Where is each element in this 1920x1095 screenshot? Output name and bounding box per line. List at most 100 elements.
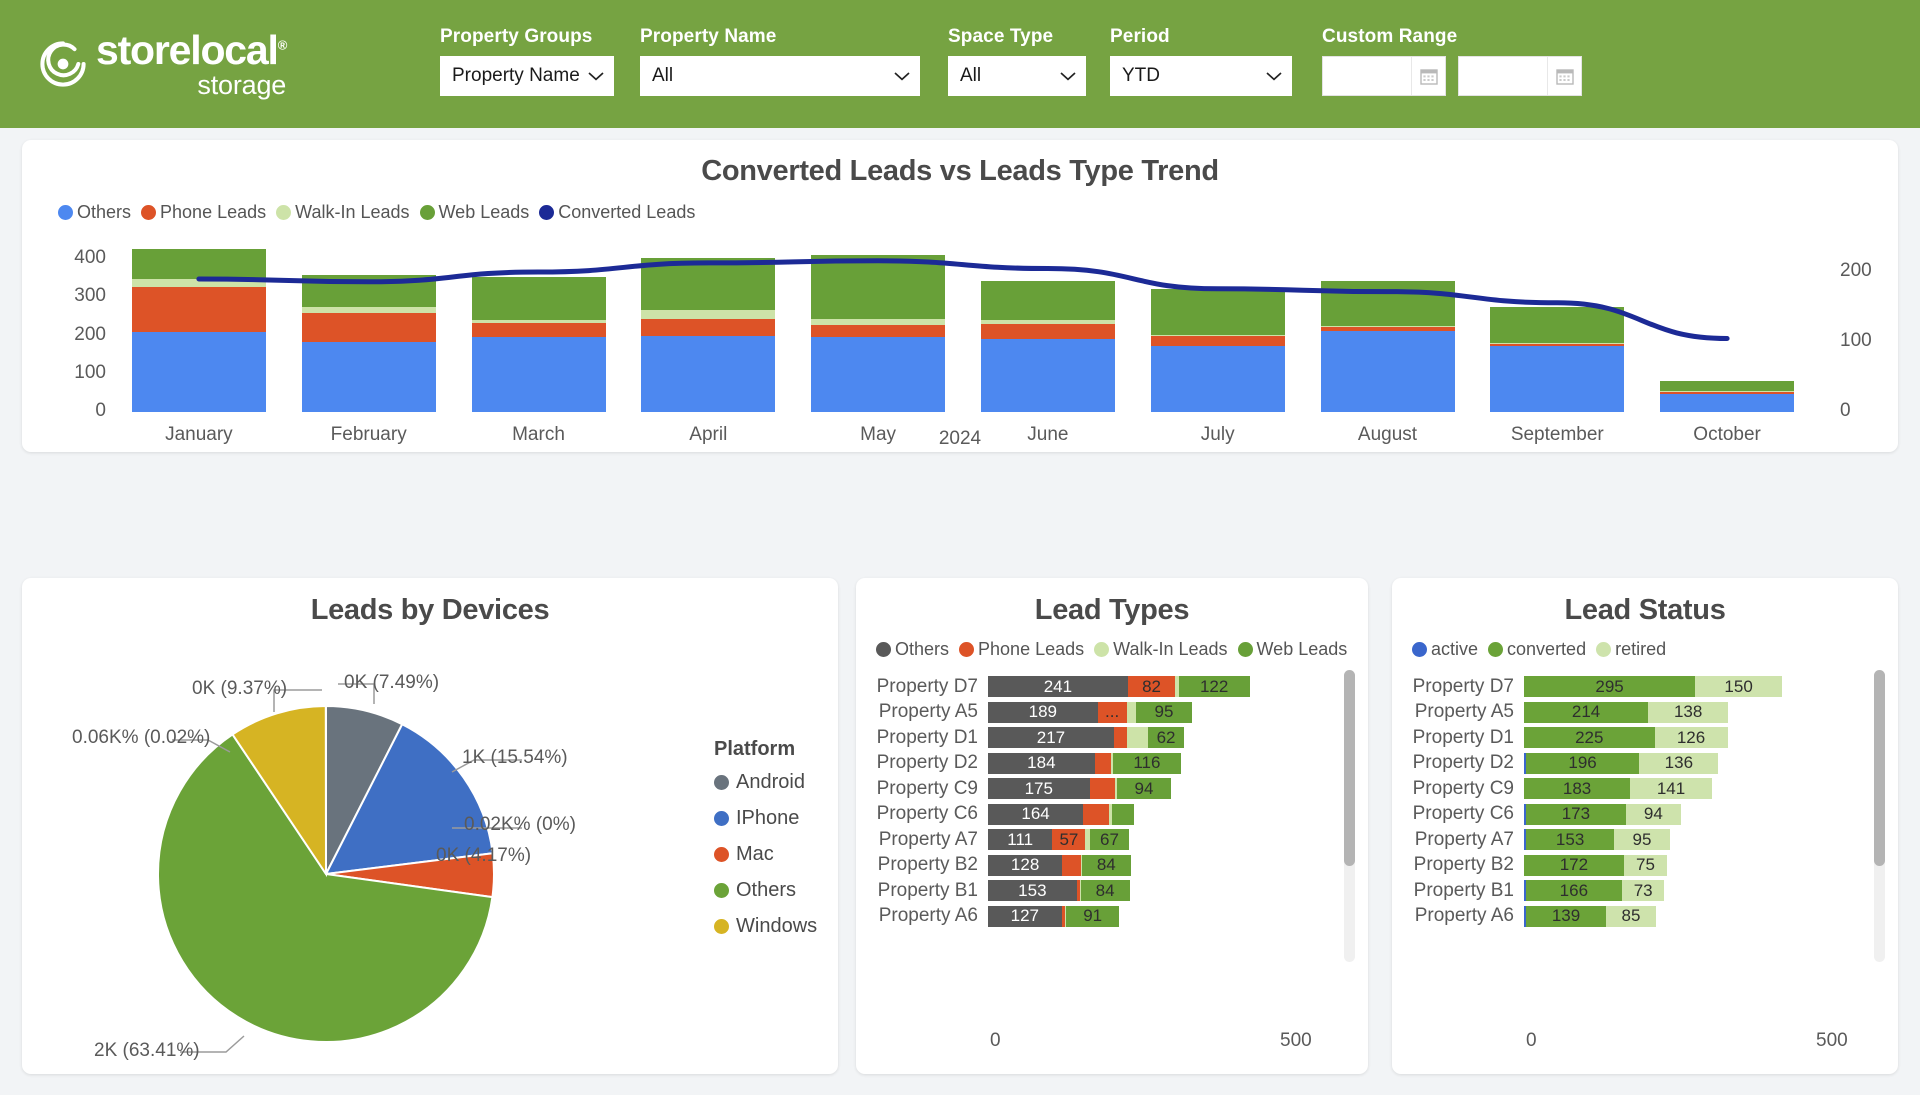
legend-swatch-icon xyxy=(1237,642,1253,657)
lead-status-row[interactable]: Property B1 166 73 xyxy=(1392,878,1898,904)
lead-types-row[interactable]: Property C9 175 94 xyxy=(856,776,1368,802)
lead-types-segment: 111 xyxy=(988,829,1053,851)
lead-status-segment: 126 xyxy=(1654,727,1728,749)
lead-types-legend-item[interactable]: Walk-In Leads xyxy=(1094,639,1228,660)
calendar-icon[interactable] xyxy=(1411,57,1445,95)
lead-status-row-label: Property D1 xyxy=(1412,726,1514,748)
lead-status-row[interactable]: Property C9 183 141 xyxy=(1392,776,1898,802)
legend-swatch-icon xyxy=(876,642,891,657)
lead-types-x-tick: 0 xyxy=(990,1030,1001,1051)
lead-types-row[interactable]: Property D2 184 116 xyxy=(856,751,1368,777)
lead-status-segment: 183 xyxy=(1524,778,1631,800)
lead-status-legend-label: retired xyxy=(1615,639,1667,659)
lead-types-scrollbar[interactable] xyxy=(1344,670,1355,962)
storelocal-logo: storelocal® storage xyxy=(40,0,460,128)
trend-legend-item[interactable]: Others xyxy=(58,202,131,223)
lead-status-row[interactable]: Property D2 196 136 xyxy=(1392,751,1898,777)
lead-status-legend-label: active xyxy=(1431,639,1479,659)
lead-types-row-label: Property D2 xyxy=(876,752,978,774)
lead-status-segment: 196 xyxy=(1525,752,1640,774)
lead-types-scrollbar-thumb[interactable] xyxy=(1344,670,1355,866)
platform-legend-label: Android xyxy=(736,771,805,793)
chevron-down-icon xyxy=(588,71,604,81)
platform-legend-item[interactable]: Mac xyxy=(714,843,817,866)
property-groups-select[interactable]: Property Name xyxy=(440,56,614,96)
lead-status-row[interactable]: Property D1 225 126 xyxy=(1392,725,1898,751)
trend-chart-title: Converted Leads vs Leads Type Trend xyxy=(701,155,1219,187)
lead-types-legend-label: Phone Leads xyxy=(978,639,1085,659)
trend-legend-item[interactable]: Phone Leads xyxy=(141,202,266,223)
property-name-select[interactable]: All xyxy=(640,56,920,96)
lead-types-segment: 91 xyxy=(1066,905,1120,927)
lead-types-segment: 128 xyxy=(988,854,1063,876)
lead-types-row-label: Property A7 xyxy=(878,828,978,850)
lead-status-row-label: Property B1 xyxy=(1413,879,1514,901)
trend-legend-item[interactable]: Walk-In Leads xyxy=(276,202,410,223)
platform-legend-item[interactable]: Android xyxy=(714,771,817,794)
lead-types-card: Lead Types Others Phone Leads Walk-In Lead… xyxy=(856,578,1368,1074)
lead-types-row-label: Property C6 xyxy=(876,803,978,825)
lead-types-legend-item[interactable]: Others xyxy=(876,639,949,660)
lead-status-row[interactable]: Property A5 214 138 xyxy=(1392,700,1898,726)
lead-types-bar: 127 91 xyxy=(988,905,1120,927)
trend-legend-label: Phone Leads xyxy=(160,202,267,222)
lead-status-row[interactable]: Property A7 153 95 xyxy=(1392,827,1898,853)
lead-types-legend: Others Phone Leads Walk-In Leads Web Leads xyxy=(856,627,1368,660)
lead-types-segment: 164 xyxy=(988,803,1084,825)
lead-status-scrollbar-thumb[interactable] xyxy=(1874,670,1885,866)
lead-types-row[interactable]: Property D1 217 62 xyxy=(856,725,1368,751)
lead-status-row[interactable]: Property B2 172 75 xyxy=(1392,853,1898,879)
lead-status-segment: 136 xyxy=(1639,752,1719,774)
lead-status-row[interactable]: Property C6 173 94 xyxy=(1392,802,1898,828)
lead-types-row[interactable]: Property A6 127 91 xyxy=(856,904,1368,930)
lead-types-row[interactable]: Property A7 111 57 67 xyxy=(856,827,1368,853)
lead-types-segment: ... xyxy=(1097,701,1127,723)
lead-types-row[interactable]: Property B2 128 84 xyxy=(856,853,1368,879)
lead-types-bar: 164 xyxy=(988,803,1135,825)
lead-status-scrollbar[interactable] xyxy=(1874,670,1885,962)
lead-types-segment xyxy=(1094,752,1111,774)
lead-types-segment xyxy=(1113,727,1128,749)
platform-legend-label: Others xyxy=(736,879,797,901)
platform-legend-label: IPhone xyxy=(736,807,800,829)
calendar-icon[interactable] xyxy=(1547,57,1581,95)
lead-status-bar: 172 75 xyxy=(1524,854,1668,876)
lead-status-legend-item[interactable]: retired xyxy=(1596,639,1666,660)
trend-chart-legend: Others Phone Leads Walk-In Leads Web Leads C… xyxy=(22,188,1898,223)
period-select[interactable]: YTD xyxy=(1110,56,1292,96)
trend-legend-label: Others xyxy=(77,202,132,222)
lead-types-row[interactable]: Property D7 241 82 122 xyxy=(856,674,1368,700)
lead-types-segment: 184 xyxy=(988,752,1095,774)
platform-legend-item[interactable]: Others xyxy=(714,879,817,902)
lead-types-segment: 189 xyxy=(988,701,1098,723)
lead-status-row[interactable]: Property A6 139 85 xyxy=(1392,904,1898,930)
trend-legend-item[interactable]: Converted Leads xyxy=(539,202,695,223)
platform-legend: Platform Android IPhone Mac Others Windows xyxy=(714,738,817,951)
lead-status-segment: 138 xyxy=(1648,701,1729,723)
lead-status-legend-item[interactable]: active xyxy=(1412,639,1478,660)
trend-legend-label: Web Leads xyxy=(438,202,530,222)
lead-status-card: Lead Status active converted retired Prope… xyxy=(1392,578,1898,1074)
space-type-select[interactable]: All xyxy=(948,56,1086,96)
lead-status-legend-item[interactable]: converted xyxy=(1488,639,1586,660)
lead-status-row[interactable]: Property D7 295 150 xyxy=(1392,674,1898,700)
custom-range-end-input[interactable] xyxy=(1458,56,1582,96)
custom-range-start-input[interactable] xyxy=(1322,56,1446,96)
lead-types-legend-item[interactable]: Web Leads xyxy=(1237,639,1347,660)
lead-types-legend-item[interactable]: Phone Leads xyxy=(959,639,1084,660)
lead-types-row[interactable]: Property B1 153 84 xyxy=(856,878,1368,904)
lead-types-segment: 153 xyxy=(988,880,1077,902)
legend-swatch-icon xyxy=(714,775,729,790)
platform-legend-item[interactable]: Windows xyxy=(714,915,817,938)
trend-legend-item[interactable]: Web Leads xyxy=(419,202,530,223)
converted-leads-trend-card: Converted Leads vs Leads Type Trend Othe… xyxy=(22,140,1898,452)
filter-label-space-type: Space Type xyxy=(948,26,1054,47)
converted-leads-line xyxy=(196,258,1730,341)
lead-types-row[interactable]: Property A5 189... 95 xyxy=(856,700,1368,726)
lead-status-bar: 196 136 xyxy=(1524,752,1719,774)
lead-status-segment: 73 xyxy=(1622,880,1665,902)
platform-legend-item[interactable]: IPhone xyxy=(714,807,817,830)
lead-types-x-tick: 500 xyxy=(1280,1030,1312,1051)
lead-types-row[interactable]: Property C6 164 xyxy=(856,802,1368,828)
lead-status-segment: 172 xyxy=(1524,854,1624,876)
